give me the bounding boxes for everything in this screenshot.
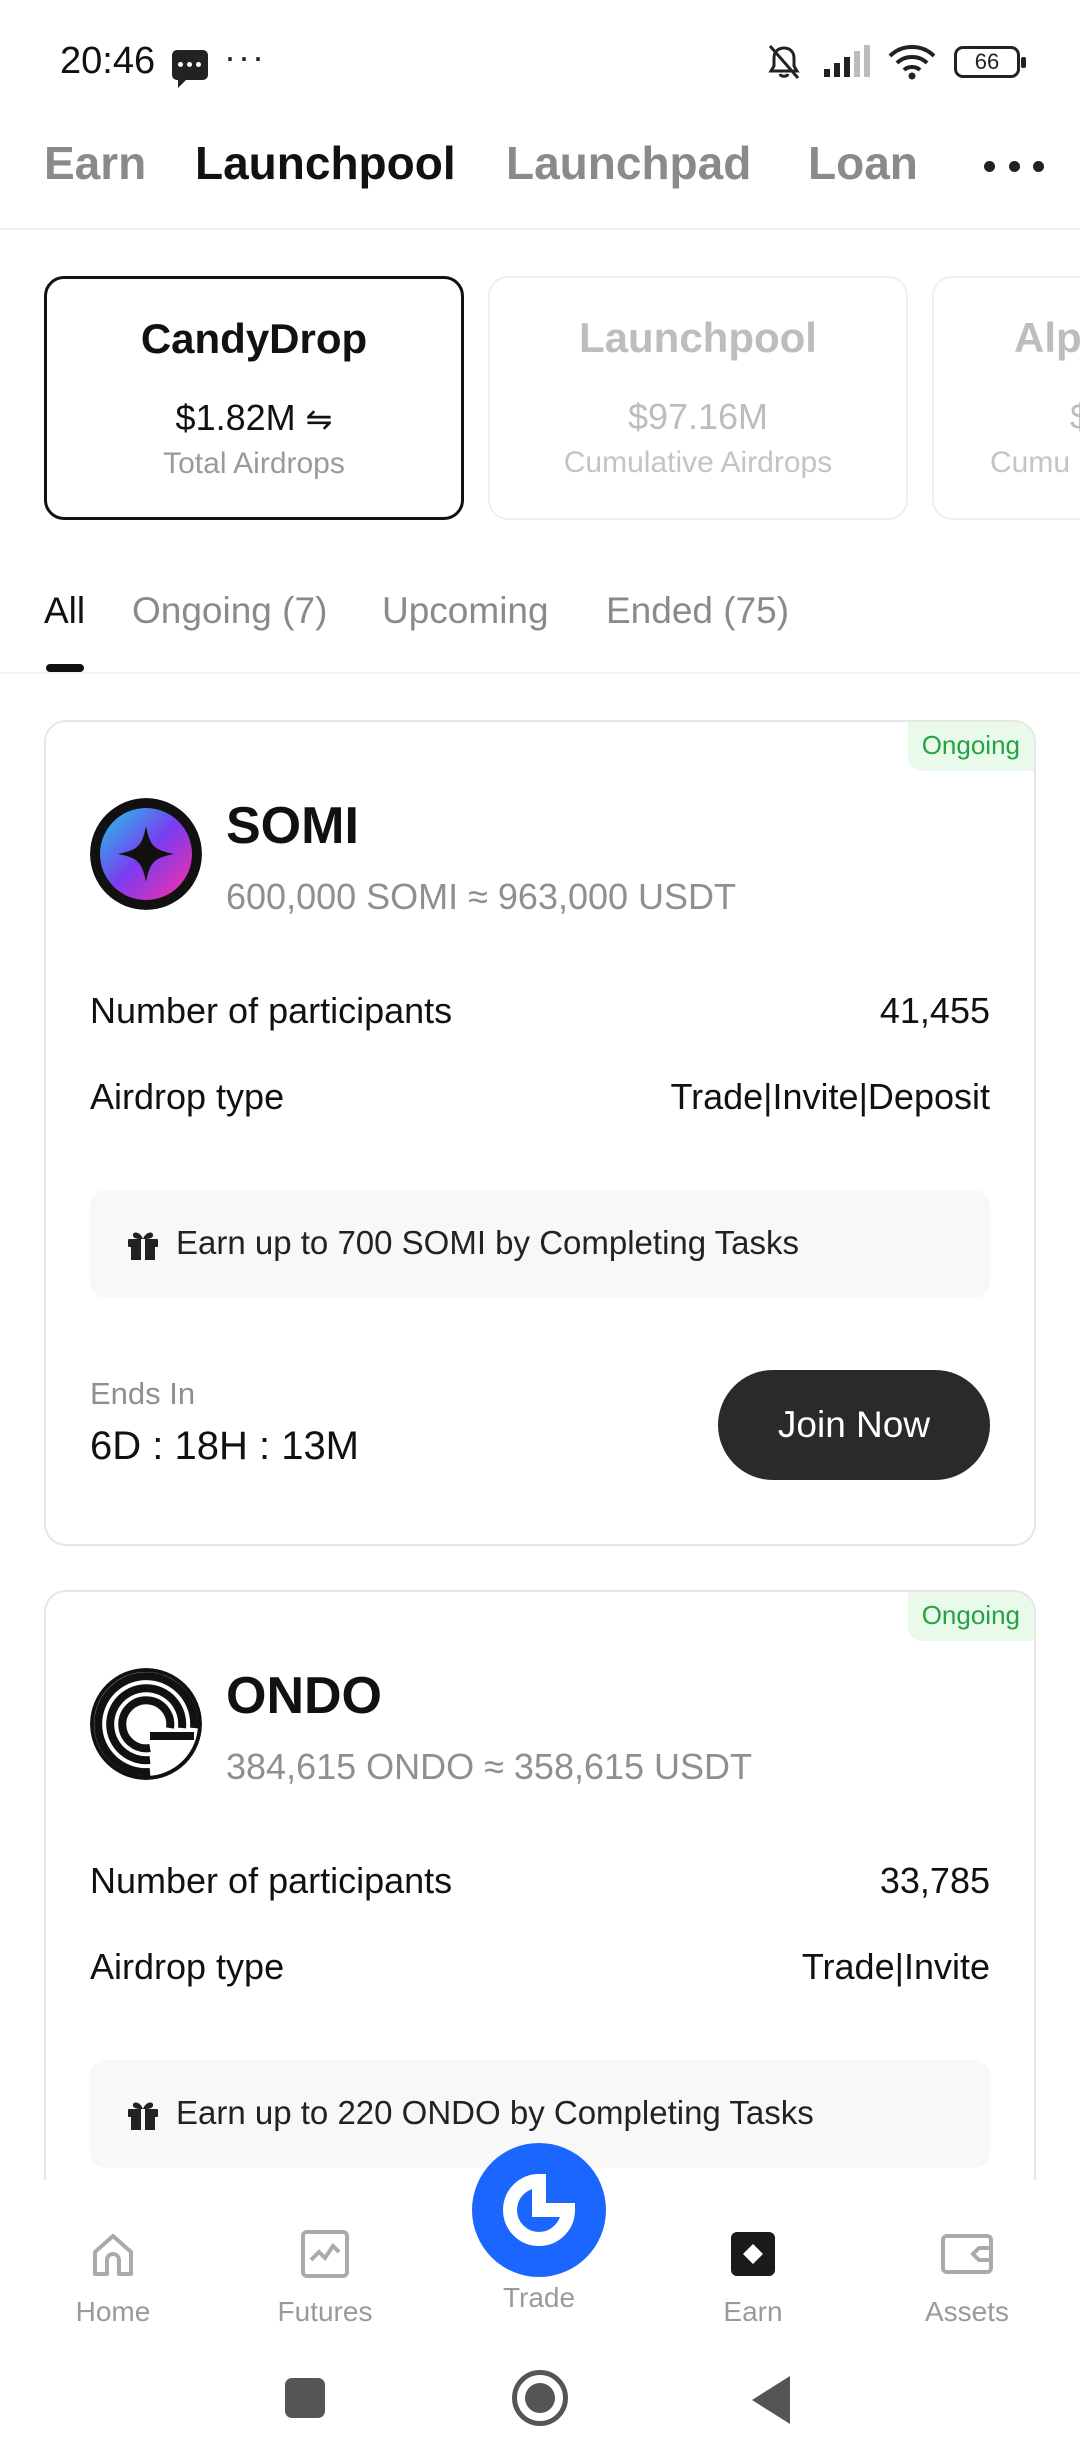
back-icon[interactable] (752, 2376, 790, 2424)
summary-subtitle: Cumu (990, 446, 1071, 479)
nav-label: Assets (924, 2296, 1010, 2327)
more-menu-icon[interactable] (984, 146, 1044, 186)
filter-tab-ongoing[interactable]: Ongoing (7) (132, 590, 327, 632)
battery-icon: 66 (954, 46, 1026, 78)
trade-logo-icon (503, 2173, 576, 2246)
tab-launchpad[interactable]: Launchpad (506, 136, 751, 190)
gift-icon (126, 2098, 160, 2137)
tab-launchpool[interactable]: Launchpool (195, 136, 456, 190)
participants-label: Number of participants (90, 1860, 453, 1901)
task-text: Earn up to 220 ONDO by Completing Tasks (176, 2094, 814, 2131)
participants-value: 33,785 (879, 1860, 990, 1901)
nav-assets[interactable]: Assets (882, 2224, 1052, 2328)
tab-earn[interactable]: Earn (44, 136, 146, 190)
message-icon (172, 50, 208, 88)
status-icons: 66 (764, 42, 1026, 82)
more-dots-icon: ··· (224, 36, 266, 77)
airdrop-card-somi[interactable]: Ongoing SOMI 600,000 SOMI ≈ 963,000 USDT… (44, 720, 1036, 1546)
summary-card-candydrop[interactable]: CandyDrop $1.82M ⇋ Total Airdrops (44, 276, 464, 520)
nav-label-trade: Trade (502, 2282, 576, 2313)
recent-apps-icon[interactable] (285, 2378, 325, 2418)
assets-icon (937, 2224, 997, 2284)
airdrop-card-ondo[interactable]: Ongoing ONDO 384,615 ONDO ≈ 358,615 USDT… (44, 1590, 1036, 2210)
swap-icon: ⇋ (305, 401, 333, 437)
status-time: 20:46 (60, 40, 156, 82)
filter-tab-bar: All Ongoing (7) Upcoming Ended (75) (0, 570, 1080, 674)
summary-card-launchpool[interactable]: Launchpool $97.16M Cumulative Airdrops (488, 276, 908, 520)
somi-logo-icon (90, 798, 202, 910)
gift-icon (126, 1228, 160, 1267)
summary-title: CandyDrop (140, 315, 368, 362)
join-now-button[interactable]: Join Now (718, 1370, 990, 1480)
wifi-icon (888, 44, 936, 80)
summary-value: $97.16M (627, 396, 769, 437)
summary-subtitle: Cumulative Airdrops (563, 446, 833, 479)
coin-name: SOMI (226, 797, 359, 855)
active-tab-indicator (46, 664, 84, 672)
airdrop-amount: 384,615 ONDO ≈ 358,615 USDT (226, 1746, 753, 1787)
participants-value: 41,455 (879, 990, 990, 1031)
participants-label: Number of participants (90, 990, 453, 1031)
summary-title: Alp (1014, 314, 1080, 361)
airdrop-type-label: Airdrop type (90, 1076, 285, 1117)
futures-icon (295, 2224, 355, 2284)
airdrop-type-value: Trade|Invite (801, 1946, 990, 1987)
filter-tab-upcoming[interactable]: Upcoming (382, 590, 549, 632)
tab-loan[interactable]: Loan (808, 136, 918, 190)
summary-card-alpha[interactable]: Alp $ Cumu (932, 276, 1080, 520)
ondo-logo-icon (90, 1668, 202, 1780)
summary-title: Launchpool (579, 314, 817, 361)
summary-carousel[interactable]: CandyDrop $1.82M ⇋ Total Airdrops Launch… (0, 276, 1080, 520)
coin-name: ONDO (226, 1667, 382, 1725)
airdrop-type-label: Airdrop type (90, 1946, 285, 1987)
status-badge: Ongoing (907, 1592, 1034, 1641)
status-bar: 20:46 ··· 66 (0, 0, 1080, 120)
nav-home[interactable]: Home (28, 2224, 198, 2328)
nav-futures[interactable]: Futures (240, 2224, 410, 2328)
summary-value: $ (934, 396, 1080, 438)
airdrop-amount: 600,000 SOMI ≈ 963,000 USDT (226, 876, 737, 917)
signal-icon (822, 45, 870, 79)
summary-value-text: $1.82M (175, 397, 296, 438)
task-banner[interactable]: Earn up to 700 SOMI by Completing Tasks (90, 1190, 990, 1298)
nav-earn[interactable]: Earn (668, 2224, 838, 2328)
nav-label: Futures (277, 2296, 373, 2327)
home-icon (83, 2224, 143, 2284)
filter-tab-ended[interactable]: Ended (75) (606, 590, 789, 632)
task-text: Earn up to 700 SOMI by Completing Tasks (176, 1224, 800, 1261)
top-tab-bar: Earn Launchpool Launchpad Loan (0, 126, 1080, 230)
bell-off-icon (764, 42, 804, 82)
earn-icon (723, 2224, 783, 2284)
ends-in-label: Ends In (90, 1376, 196, 1411)
nav-label: Home (75, 2296, 151, 2327)
status-badge: Ongoing (907, 722, 1034, 771)
trade-button[interactable] (472, 2143, 606, 2277)
airdrop-type-value: Trade|Invite|Deposit (670, 1076, 990, 1117)
countdown-timer: 6D : 18H : 13M (90, 1424, 360, 1468)
system-nav-bar (0, 2340, 1080, 2460)
summary-subtitle: Total Airdrops (163, 447, 345, 480)
summary-value: $1.82M ⇋ (47, 397, 461, 439)
filter-tab-all[interactable]: All (44, 590, 85, 632)
nav-label: Earn (723, 2296, 783, 2327)
home-circle-icon[interactable] (512, 2370, 568, 2426)
